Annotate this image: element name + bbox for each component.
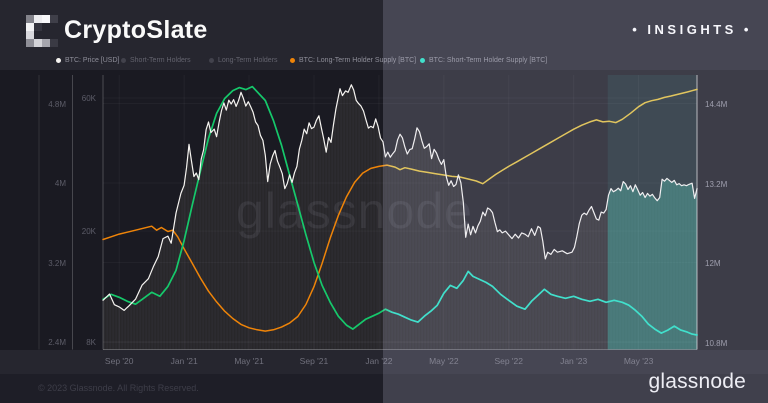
x-axis-label: Sep '22 xyxy=(487,356,531,366)
price-axis-label: 8K xyxy=(66,338,96,347)
lth-axis-label: 10.8M xyxy=(705,339,727,348)
legend-item-btc-price-usd[interactable]: BTC: Price [USD] xyxy=(56,57,119,64)
legend-label: BTC: Price [USD] xyxy=(65,57,119,64)
legend-dot-icon xyxy=(209,58,214,63)
legend-item-btc-long-term-holder-supply-btc[interactable]: BTC: Long-Term Holder Supply [BTC] xyxy=(290,57,416,64)
lth-axis-label: 13.2M xyxy=(705,180,727,189)
legend-dot-icon xyxy=(56,58,61,63)
x-axis-label: Sep '20 xyxy=(97,356,141,366)
legend-label: Short-Term Holders xyxy=(130,57,191,64)
sth-axis-label: 2.4M xyxy=(36,338,66,347)
legend-dot-icon xyxy=(121,58,126,63)
price-axis-label: 20K xyxy=(66,227,96,236)
x-axis-label: Jan '23 xyxy=(552,356,596,366)
lth-axis-label: 14.4M xyxy=(705,100,727,109)
legend-label: BTC: Short-Term Holder Supply [BTC] xyxy=(429,57,547,64)
legend-label: BTC: Long-Term Holder Supply [BTC] xyxy=(299,57,416,64)
brand-title: CryptoSlate xyxy=(64,16,208,45)
glassnode-wordmark: glassnode xyxy=(648,370,746,394)
legend-item-long-term-holders[interactable]: Long-Term Holders xyxy=(209,57,278,64)
copyright-text: © 2023 Glassnode. All Rights Reserved. xyxy=(38,383,199,393)
cryptoslate-insights-card: glassnode 4.8M 4M 3.2M 2.4M 60K 20K 8K 14.4M 13.… xyxy=(0,0,768,403)
x-axis-label: Jan '22 xyxy=(357,356,401,366)
cryptoslate-logo[interactable] xyxy=(26,15,58,47)
legend-label: Long-Term Holders xyxy=(218,57,278,64)
sth-axis-label: 3.2M xyxy=(36,259,66,268)
x-axis-label: May '23 xyxy=(617,356,661,366)
x-axis-label: Sep '21 xyxy=(292,356,336,366)
price-axis-label: 60K xyxy=(66,94,96,103)
sth-axis-label: 4M xyxy=(36,179,66,188)
legend-item-btc-short-term-holder-supply-btc[interactable]: BTC: Short-Term Holder Supply [BTC] xyxy=(420,57,547,64)
insights-badge: • INSIGHTS • xyxy=(632,22,752,37)
legend-dot-icon xyxy=(290,58,295,63)
x-axis-label: May '22 xyxy=(422,356,466,366)
sth-axis-label: 4.8M xyxy=(36,100,66,109)
x-axis-label: Jan '21 xyxy=(162,356,206,366)
lth-axis-label: 12M xyxy=(705,259,721,268)
x-axis-label: May '21 xyxy=(227,356,271,366)
legend-dot-icon xyxy=(420,58,425,63)
legend-item-short-term-holders[interactable]: Short-Term Holders xyxy=(121,57,191,64)
